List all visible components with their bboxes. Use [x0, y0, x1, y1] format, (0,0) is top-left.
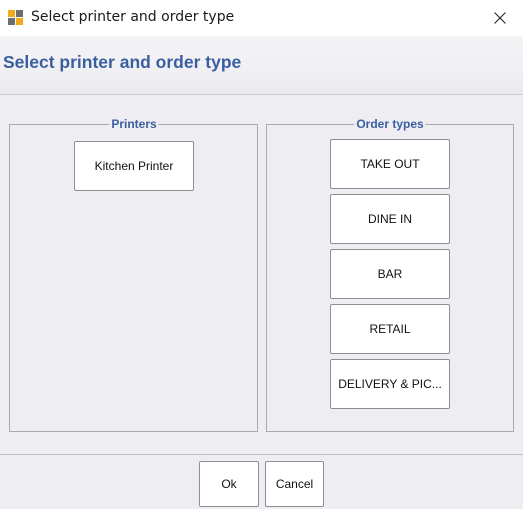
ok-button[interactable]: Ok: [199, 461, 259, 507]
footer-divider: [0, 454, 523, 455]
order-types-group-label: Order types: [354, 117, 426, 131]
window-title: Select printer and order type: [31, 9, 235, 25]
dialog-window: Select printer and order type Select pri…: [0, 0, 523, 509]
close-button[interactable]: [477, 0, 523, 36]
order-type-button-take-out[interactable]: TAKE OUT: [330, 139, 450, 189]
printers-group-label: Printers: [109, 117, 159, 131]
dialog-header: Select printer and order type: [0, 36, 523, 95]
app-icon: [8, 10, 24, 26]
order-type-button-retail[interactable]: RETAIL: [330, 304, 450, 354]
printer-button-kitchen-printer[interactable]: Kitchen Printer: [74, 141, 194, 191]
close-icon: [494, 12, 506, 24]
order-types-group: Order types TAKE OUT DINE IN BAR RETAIL …: [266, 117, 514, 432]
printers-group: Printers Kitchen Printer: [9, 117, 258, 432]
order-type-button-bar[interactable]: BAR: [330, 249, 450, 299]
page-title: Select printer and order type: [3, 52, 242, 72]
title-bar: Select printer and order type: [0, 0, 523, 36]
order-type-button-dine-in[interactable]: DINE IN: [330, 194, 450, 244]
order-type-button-delivery-pickup[interactable]: DELIVERY & PIC...: [330, 359, 450, 409]
cancel-button[interactable]: Cancel: [265, 461, 324, 507]
